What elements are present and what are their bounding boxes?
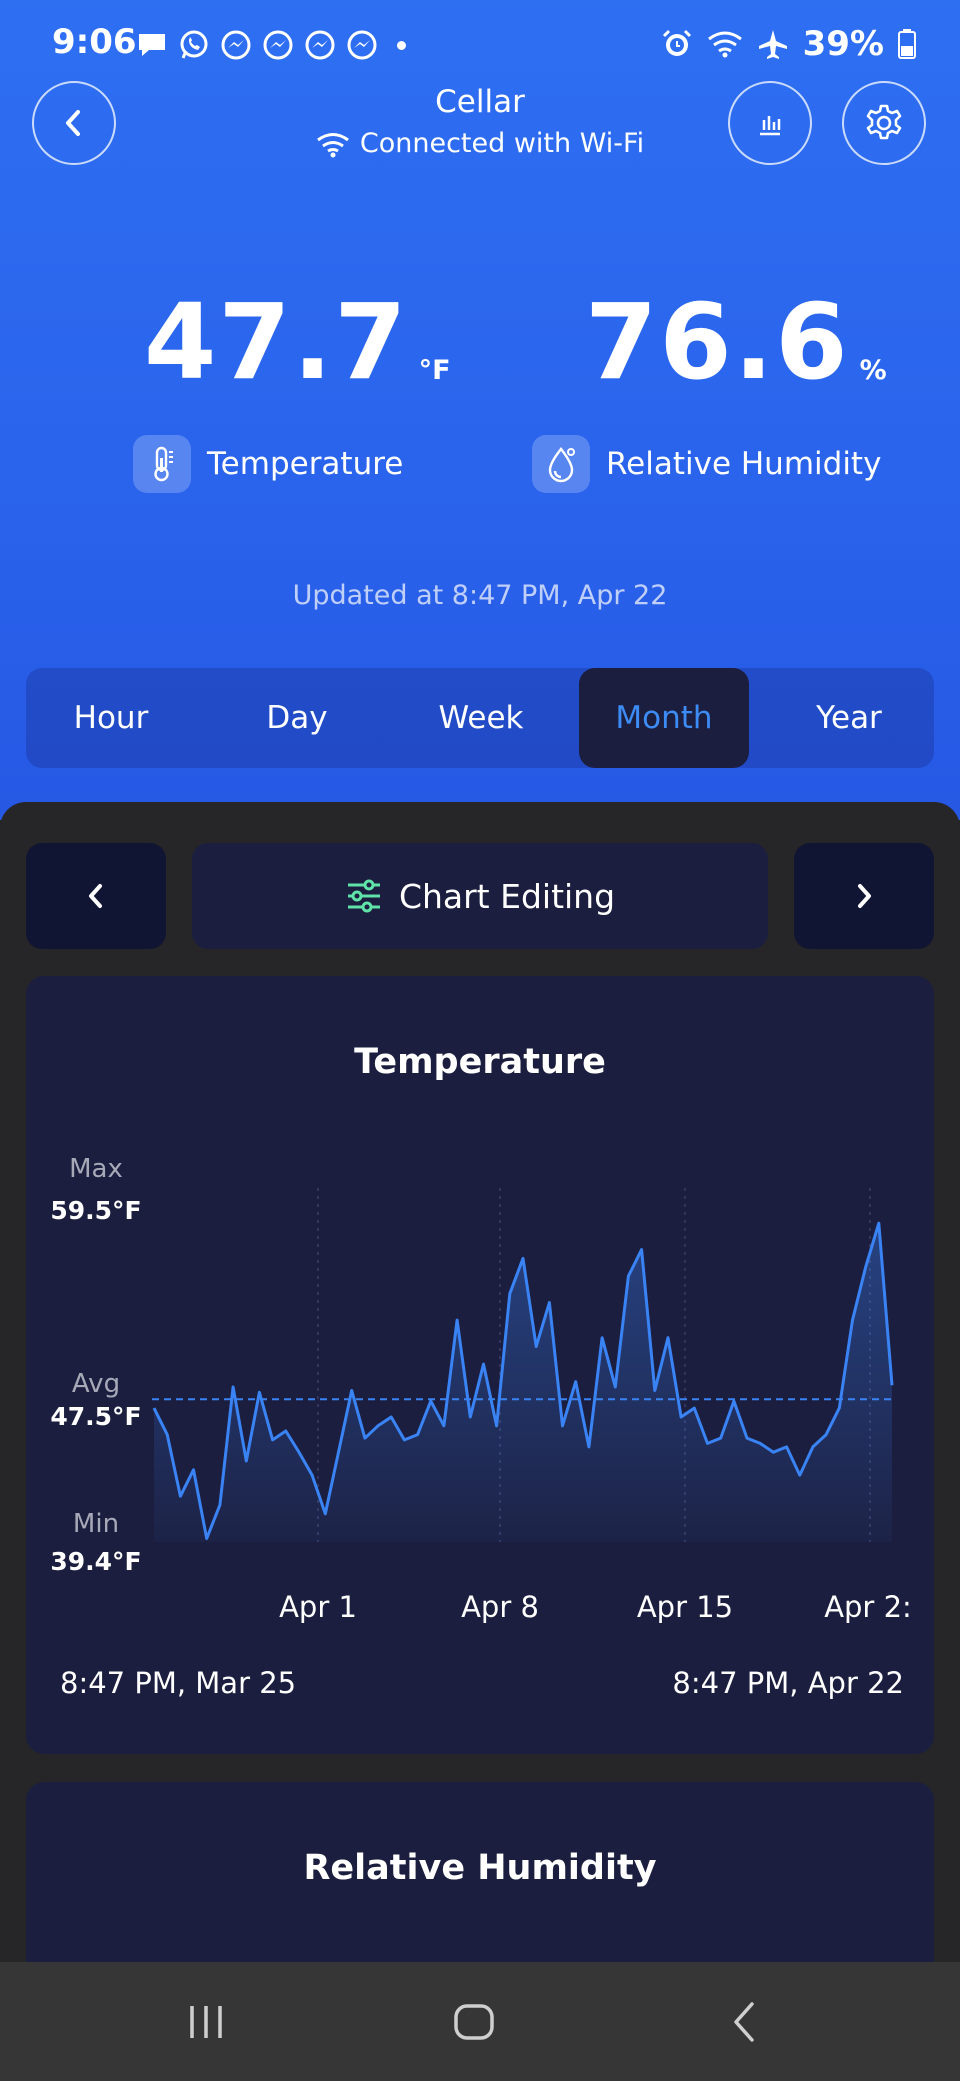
- recent-apps-icon[interactable]: [186, 2002, 226, 2042]
- back-icon[interactable]: [728, 2000, 762, 2044]
- max-label: Max: [69, 1154, 123, 1184]
- x-tick-label: Apr 15: [637, 1590, 733, 1624]
- temperature-area: [154, 1223, 892, 1542]
- system-navigation-bar: [0, 1962, 960, 2081]
- x-tick-label: Apr 8: [461, 1590, 539, 1624]
- range-start: 8:47 PM, Mar 25: [60, 1666, 297, 1700]
- x-tick-label: Apr 1: [279, 1590, 357, 1624]
- temperature-chart: Max 59.5°F Avg 47.5°F Min 39.4°F Apr 1 A…: [50, 1154, 912, 1624]
- x-tick-label: Apr 2:: [824, 1590, 912, 1624]
- min-label: Min: [73, 1509, 119, 1539]
- avg-label: Avg: [72, 1369, 120, 1399]
- humidity-chart-title: Relative Humidity: [303, 1848, 657, 1888]
- min-value: 39.4°F: [50, 1547, 141, 1576]
- home-icon[interactable]: [453, 2001, 495, 2043]
- range-end: 8:47 PM, Apr 22: [672, 1666, 904, 1700]
- avg-value: 47.5°F: [50, 1402, 141, 1431]
- max-value: 59.5°F: [50, 1196, 141, 1225]
